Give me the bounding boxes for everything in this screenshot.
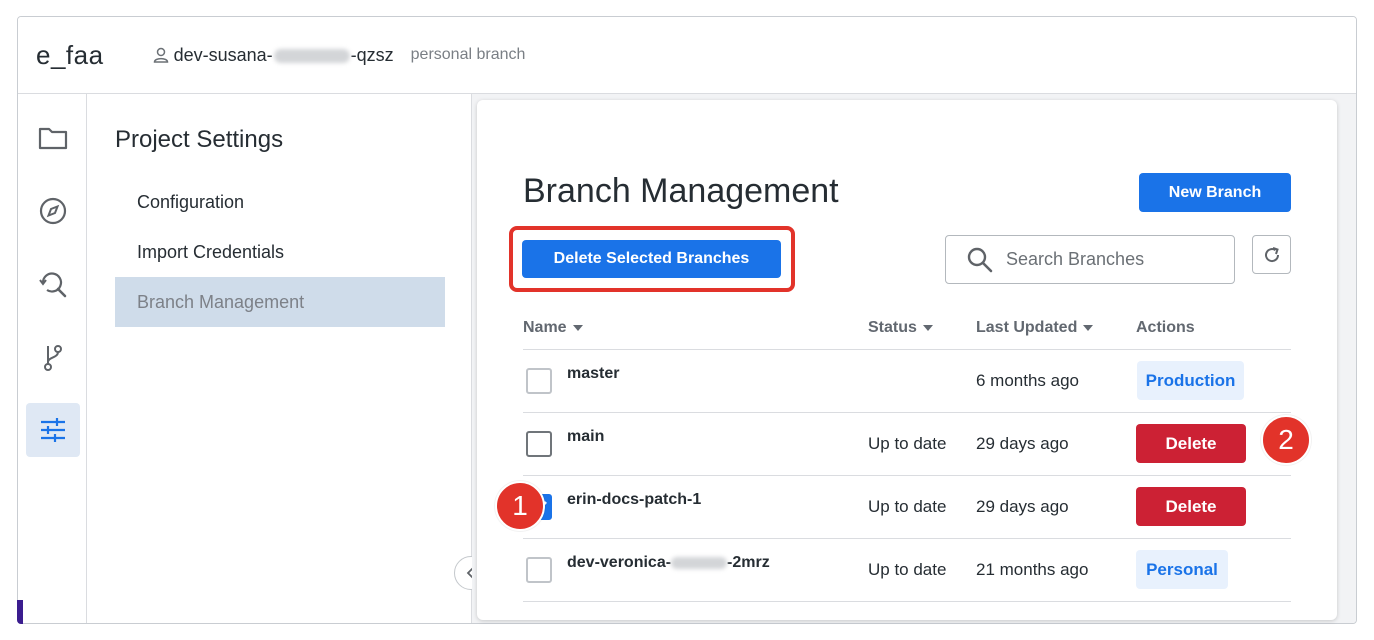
redacted-text — [273, 48, 350, 63]
sliders-icon[interactable] — [26, 403, 80, 457]
branch-status: Up to date — [868, 497, 947, 516]
column-header-label: Name — [523, 319, 567, 336]
user-name-suffix: -qzsz — [350, 44, 394, 65]
row-checkbox[interactable] — [526, 431, 552, 457]
column-header-actions: Actions — [1136, 319, 1195, 337]
page-title: Branch Management — [523, 172, 839, 210]
column-header-label: Actions — [1136, 319, 1195, 336]
branch-last-updated: 29 days ago — [976, 434, 1069, 453]
branch-label: personal branch — [410, 46, 526, 63]
search-history-icon[interactable] — [26, 257, 80, 311]
personal-badge: Personal — [1136, 550, 1228, 589]
callout-1: 1 — [495, 481, 545, 531]
branch-status: Up to date — [868, 434, 947, 453]
user-name-prefix: dev-susana- — [173, 44, 273, 65]
branch-name: erin-docs-patch-1 — [567, 491, 702, 508]
branch-status: Up to date — [868, 560, 947, 579]
redacted-text — [671, 556, 728, 569]
callout-2: 2 — [1261, 415, 1311, 465]
icon-sidebar — [18, 94, 87, 623]
search-field[interactable] — [945, 235, 1235, 284]
refresh-icon — [1264, 246, 1279, 262]
search-icon — [966, 246, 994, 274]
branch-last-updated: 21 months ago — [976, 560, 1089, 579]
branch-name: master — [567, 365, 620, 382]
new-branch-button[interactable]: New Branch — [1139, 173, 1291, 212]
divider — [523, 349, 1291, 350]
compass-icon[interactable] — [26, 184, 80, 238]
column-header-last-updated[interactable]: Last Updated — [976, 319, 1094, 337]
branch-name: dev-veronica- -2mrz — [567, 554, 770, 572]
sort-caret-icon — [572, 325, 583, 331]
project-name: e_faa — [36, 39, 104, 70]
delete-branch-button[interactable]: Delete — [1136, 424, 1246, 463]
sort-caret-icon — [922, 325, 933, 331]
row-checkbox[interactable] — [526, 557, 552, 583]
delete-branch-button[interactable]: Delete — [1136, 487, 1246, 526]
divider — [523, 601, 1291, 602]
column-header-status[interactable]: Status — [868, 319, 933, 337]
folder-icon[interactable] — [26, 111, 80, 165]
column-header-name[interactable]: Name — [523, 319, 583, 337]
delete-selected-branches-button[interactable]: Delete Selected Branches — [522, 240, 781, 278]
settings-item-import-credentials[interactable]: Import Credentials — [115, 227, 445, 277]
branch-name-prefix: dev-veronica- — [567, 554, 672, 571]
column-header-label: Status — [868, 319, 917, 336]
branch-management-card: Branch Management New Branch Delete Sele… — [477, 100, 1337, 620]
production-badge: Production — [1137, 361, 1244, 400]
user-name: dev-susana- -qzsz — [174, 45, 394, 66]
settings-item-branch-management[interactable]: Branch Management — [115, 277, 445, 327]
settings-item-configuration[interactable]: Configuration — [115, 177, 445, 227]
settings-panel: Project Settings Configuration Import Cr… — [87, 94, 488, 623]
row-checkbox[interactable] — [526, 368, 552, 394]
divider — [523, 412, 1291, 413]
window-corner-accent — [17, 600, 23, 624]
branch-name-suffix: -2mrz — [727, 554, 770, 571]
divider — [523, 475, 1291, 476]
refresh-button[interactable] — [1252, 235, 1291, 274]
top-bar: e_faa dev-susana- -qzsz personal branch — [18, 17, 1356, 94]
column-header-label: Last Updated — [976, 319, 1078, 336]
branch-last-updated: 29 days ago — [976, 497, 1069, 516]
branch-name: main — [567, 428, 605, 445]
settings-title: Project Settings — [115, 126, 284, 153]
divider — [523, 538, 1291, 539]
user-icon — [152, 46, 170, 64]
search-input[interactable] — [1006, 249, 1226, 270]
branch-last-updated: 6 months ago — [976, 371, 1080, 390]
sort-caret-icon — [1083, 325, 1094, 331]
branch-icon[interactable] — [26, 330, 80, 384]
